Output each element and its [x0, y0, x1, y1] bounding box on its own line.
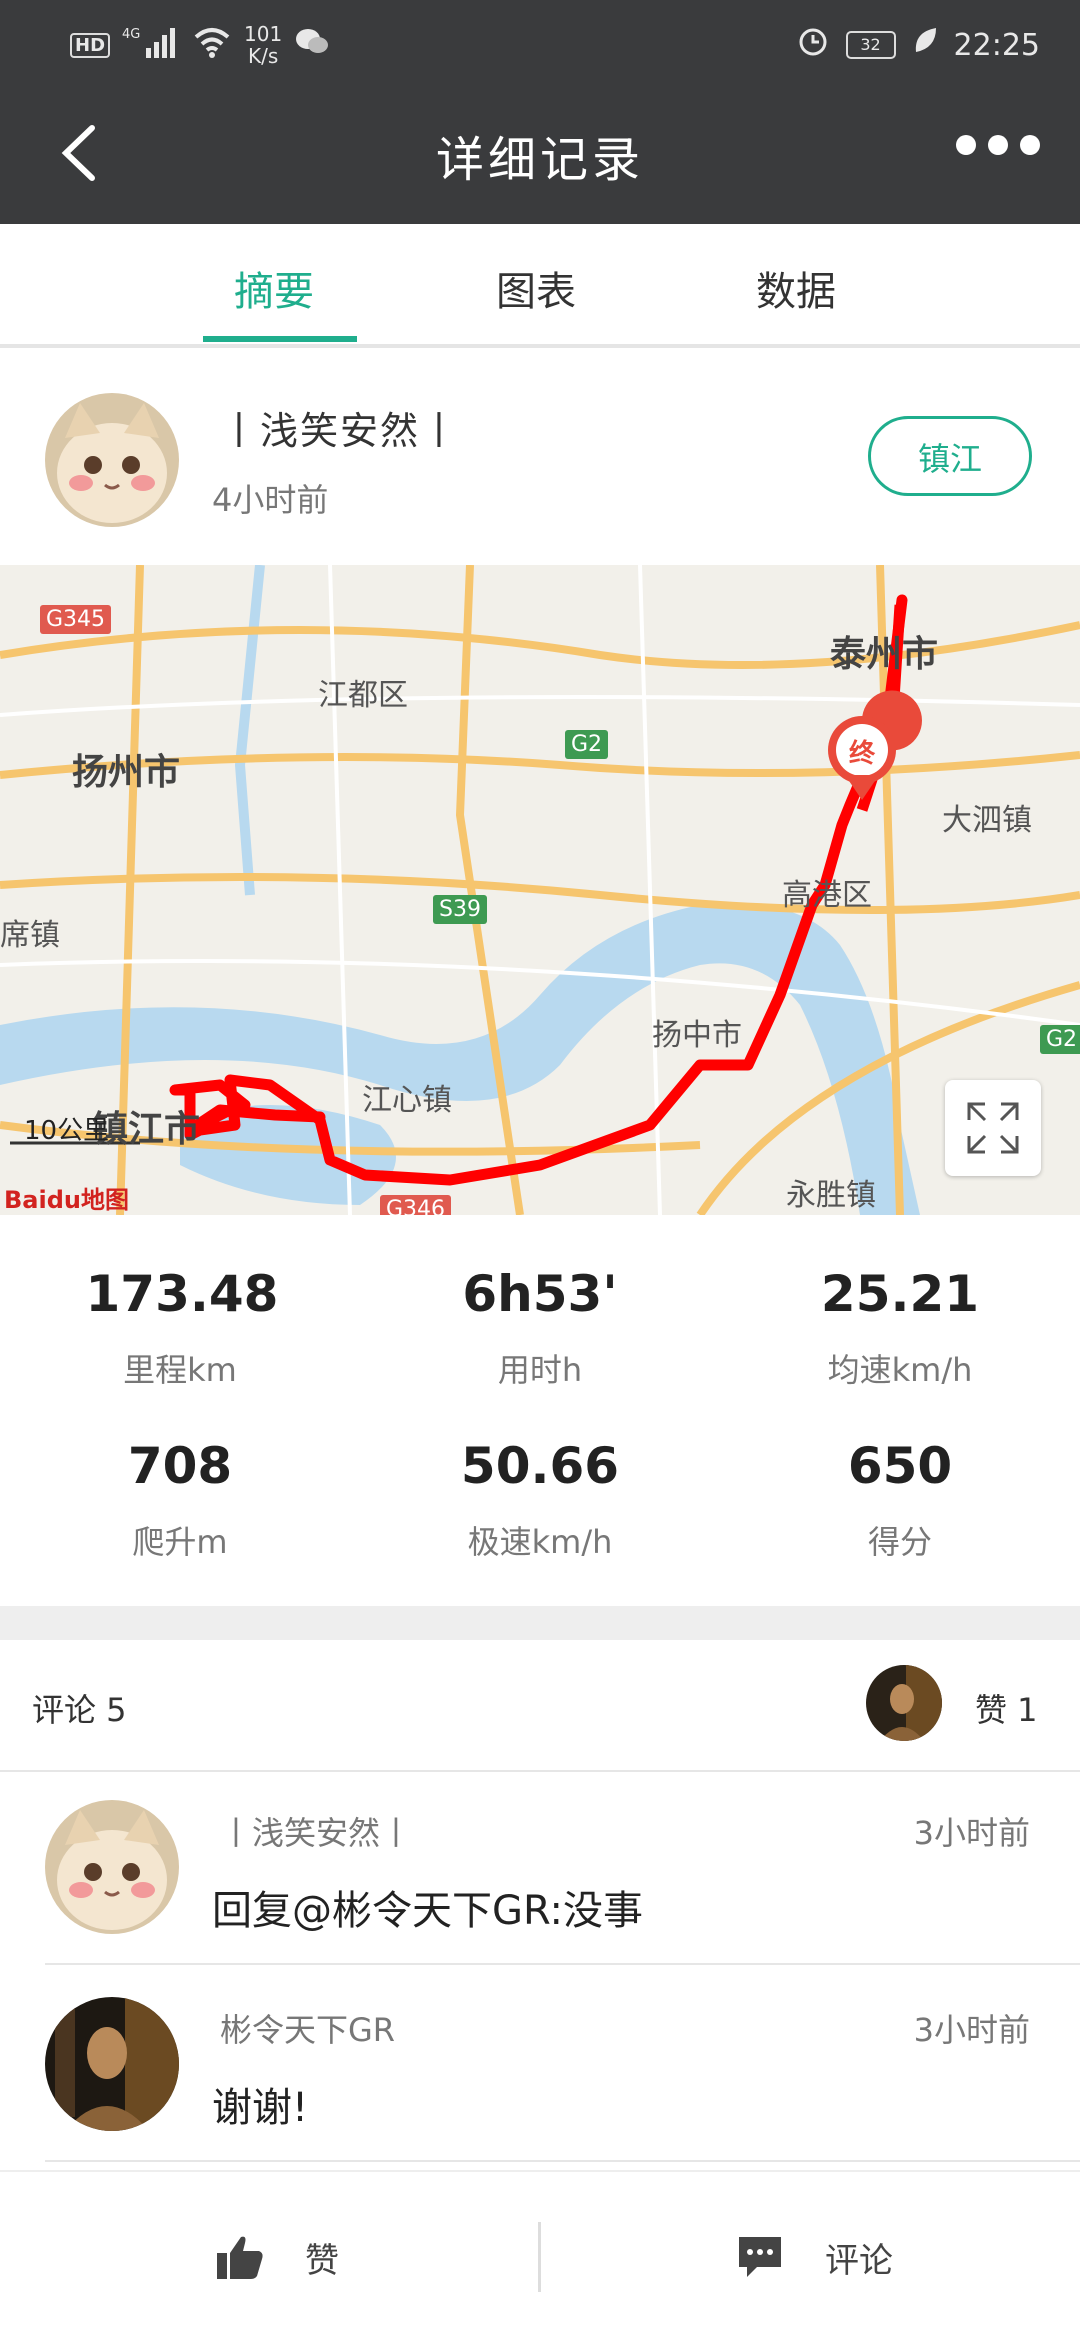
cat-avatar-image — [45, 1800, 179, 1934]
likes-count[interactable]: 赞 1 — [975, 1685, 1038, 1731]
city-button[interactable]: 镇江 — [868, 416, 1032, 496]
hd-badge: HD — [70, 32, 111, 58]
more-dot-icon — [1020, 135, 1040, 155]
post-time: 4小时前 — [212, 481, 329, 519]
stat-avg-speed-value: 25.21 — [820, 1265, 980, 1323]
route-map[interactable]: 泰州市 扬州市 江都区 大泗镇 高港区 扬中市 镇江市 江心镇 永胜镇 席镇 G… — [0, 565, 1080, 1215]
page-title: 详细记录 — [435, 132, 644, 188]
map-label-jiangdu: 江都区 — [318, 678, 408, 713]
tab-summary[interactable]: 摘要 — [234, 259, 314, 317]
comment-time: 3小时前 — [913, 1814, 1030, 1852]
stat-score-label: 得分 — [867, 1523, 932, 1561]
road-badge-g345: G345 — [40, 605, 112, 634]
tab-bar: 摘要 图表 数据 — [0, 224, 1080, 348]
bottom-action-bar: 赞 评论 — [0, 2170, 1080, 2342]
stat-max-speed-label: 极速km/h — [467, 1523, 613, 1561]
stat-duration-value: 6h53' — [462, 1265, 618, 1323]
divider — [45, 2160, 1080, 2162]
road-badge-s39: S39 — [433, 895, 487, 924]
avatar[interactable] — [45, 393, 179, 527]
network-speed: 101 K/s — [244, 22, 283, 68]
road-badge-g2: G2 — [565, 730, 609, 759]
alarm-icon — [796, 24, 830, 66]
comment-author[interactable]: 彬令天下GR — [220, 2005, 395, 2051]
road-badge-g2-east: G2 — [1040, 1025, 1080, 1054]
liker-avatar[interactable] — [866, 1665, 942, 1741]
wifi-icon — [192, 25, 232, 65]
thumbs-up-icon — [217, 2236, 263, 2279]
status-bar-left: HD 4G 101 K/s — [70, 22, 330, 68]
stat-distance-label: 里程km — [123, 1351, 237, 1389]
stat-avg-speed-label: 均速km/h — [827, 1351, 973, 1389]
divider — [0, 1770, 1080, 1772]
battery-icon: 32 — [845, 31, 896, 59]
map-label-yongsheng: 永胜镇 — [786, 1178, 876, 1213]
comment-button[interactable]: 评论 — [735, 2212, 893, 2302]
section-divider — [0, 1606, 1080, 1640]
comment-bubble-icon — [739, 2237, 781, 2277]
fullscreen-button[interactable] — [945, 1080, 1041, 1176]
like-label: 赞 — [305, 2240, 339, 2281]
road-badge-g346: G346 — [380, 1195, 452, 1215]
end-marker-label: 终 — [848, 739, 875, 769]
comment-label: 评论 — [825, 2240, 893, 2281]
tab-data[interactable]: 数据 — [756, 259, 836, 317]
person-avatar-image — [45, 1997, 179, 2131]
more-dot-icon — [956, 135, 976, 155]
active-tab-indicator — [203, 336, 357, 342]
comment-time: 3小时前 — [913, 2011, 1030, 2049]
divider — [45, 1963, 1080, 1965]
map-label-xi: 席镇 — [0, 918, 60, 953]
leaf-icon — [912, 26, 938, 64]
stat-max-speed-value: 50.66 — [460, 1437, 620, 1495]
more-dot-icon — [988, 135, 1008, 155]
stat-climb-label: 爬升m — [132, 1523, 228, 1561]
stat-distance-value: 173.48 — [85, 1265, 279, 1323]
map-label-yangzhong: 扬中市 — [652, 1018, 742, 1053]
clock-time: 22:25 — [953, 27, 1040, 63]
commenter-avatar[interactable] — [45, 1800, 179, 1934]
svg-text:4G: 4G — [122, 27, 140, 42]
map-scale: 10公里 — [24, 1116, 110, 1146]
app-header: HD 4G 101 K/s 32 22:25 详细记录 — [0, 0, 1080, 224]
like-button[interactable]: 赞 — [215, 2212, 339, 2302]
signal-icon: 4G — [122, 24, 180, 66]
baidu-map-logo: Baidu地图 — [4, 1186, 129, 1214]
stat-climb-value: 708 — [127, 1437, 233, 1495]
stat-score-value: 650 — [847, 1437, 953, 1495]
more-button[interactable] — [956, 135, 1040, 155]
map-label-taizhou: 泰州市 — [830, 634, 939, 675]
tab-charts[interactable]: 图表 — [496, 259, 576, 317]
comment-text[interactable]: 回复@彬令天下GR:没事 — [212, 1878, 643, 1936]
comment-text[interactable]: 谢谢! — [212, 2075, 308, 2133]
person-avatar-image — [866, 1665, 942, 1741]
map-label-gaogang: 高港区 — [782, 878, 872, 913]
map-label-dasi: 大泗镇 — [942, 803, 1032, 838]
map-label-yangzhou: 扬州市 — [72, 752, 181, 793]
comments-count[interactable]: 评论 5 — [32, 1685, 127, 1731]
wechat-icon — [294, 27, 330, 63]
status-bar-right: 32 22:25 — [796, 22, 1040, 68]
commenter-avatar[interactable] — [45, 1997, 179, 2131]
map-label-jiangxin: 江心镇 — [362, 1083, 452, 1118]
user-name[interactable]: 丨浅笑安然丨 — [220, 400, 460, 455]
stat-duration-label: 用时h — [497, 1351, 583, 1389]
divider — [538, 2222, 541, 2292]
comment-author[interactable]: 丨浅笑安然丨 — [220, 1808, 412, 1854]
expand-icon — [967, 1102, 1019, 1154]
cat-avatar-image — [45, 393, 179, 527]
